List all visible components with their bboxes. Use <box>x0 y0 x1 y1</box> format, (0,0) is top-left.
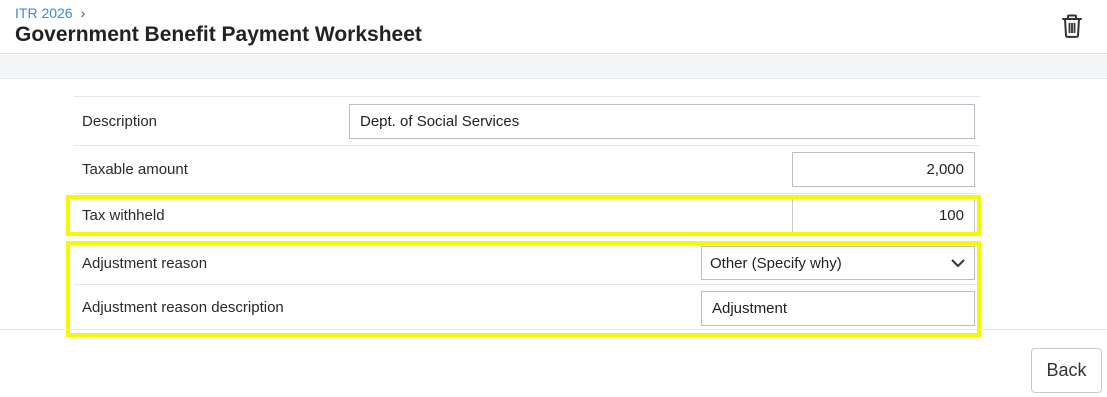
toolbar-band <box>0 55 1107 79</box>
trash-icon <box>1062 14 1082 38</box>
taxable-amount-label: Taxable amount <box>82 161 188 178</box>
description-label: Description <box>82 112 158 130</box>
breadcrumb-link[interactable]: ITR 2026 <box>15 5 73 21</box>
description-input[interactable]: Dept. of Social Services <box>349 104 975 139</box>
highlight-adjustment <box>66 241 981 337</box>
highlight-tax-withheld <box>66 195 981 236</box>
page-title: Government Benefit Payment Worksheet <box>15 23 422 46</box>
taxable-amount-input[interactable]: 2,000 <box>792 152 975 187</box>
delete-button[interactable] <box>1061 14 1083 38</box>
page-header: ITR 2026 › Government Benefit Payment Wo… <box>0 0 1107 54</box>
row-description: Description Dept. of Social Services <box>74 96 980 145</box>
back-button[interactable]: Back <box>1031 348 1102 393</box>
breadcrumb: ITR 2026 › <box>15 5 85 21</box>
breadcrumb-separator: › <box>80 5 86 21</box>
divider <box>0 329 1107 330</box>
row-taxable-amount: Taxable amount 2,000 <box>74 145 980 193</box>
